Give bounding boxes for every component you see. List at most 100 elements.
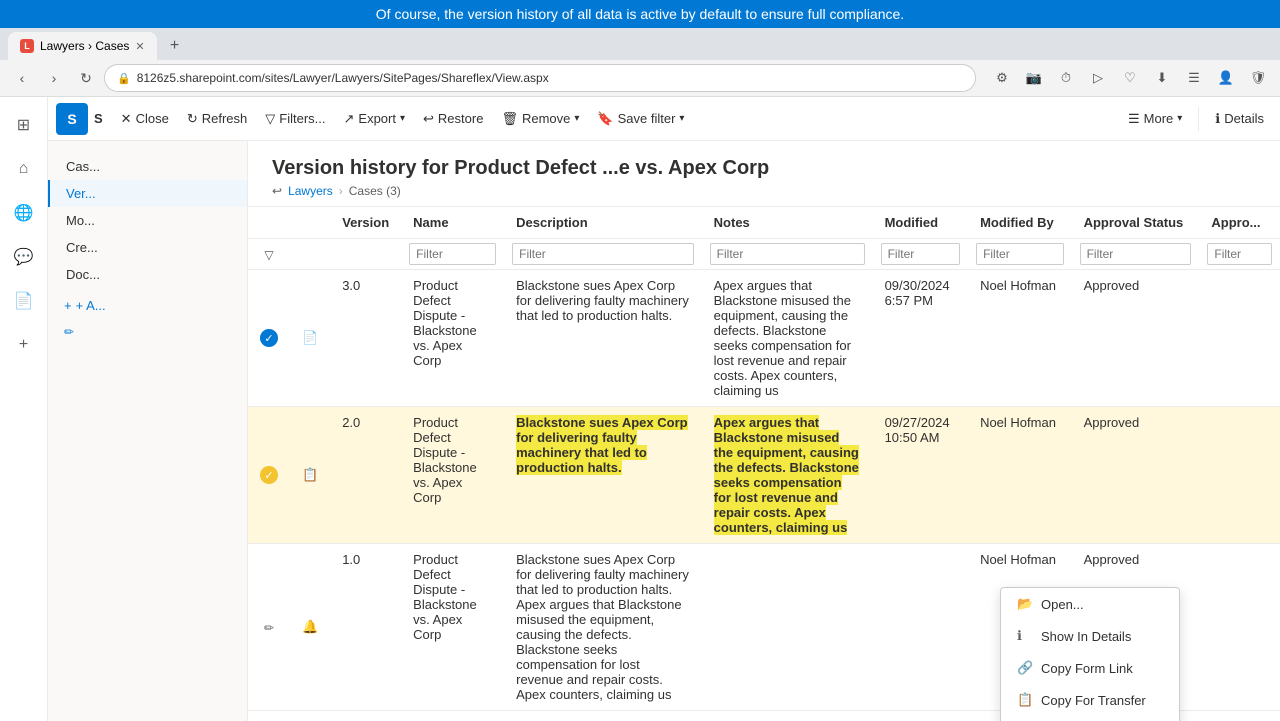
bell-icon: 🔔 (302, 619, 318, 634)
filters-button[interactable]: ▽ Filters... (257, 105, 333, 133)
col-name[interactable]: Name (401, 207, 504, 239)
context-menu-open[interactable]: 📂 Open... (1001, 588, 1179, 620)
remove-label: Remove (522, 111, 570, 126)
save-filter-chevron-icon: ▾ (679, 113, 684, 124)
context-menu-show-details[interactable]: ℹ Show In Details (1001, 620, 1179, 652)
add-icon: + (64, 298, 72, 313)
col-appro[interactable]: Appro... (1199, 207, 1280, 239)
details-button[interactable]: ℹ Details (1207, 105, 1272, 133)
refresh-icon: ↻ (187, 111, 198, 127)
context-menu-restore[interactable]: ↩ Restore (1001, 716, 1179, 721)
col-notes[interactable]: Notes (702, 207, 873, 239)
appro-cell (1199, 270, 1280, 407)
nav-home-icon[interactable]: ⌂ (4, 149, 44, 189)
more-button[interactable]: ☰ More ▾ (1120, 105, 1190, 133)
col-modified-by[interactable]: Modified By (968, 207, 1072, 239)
doc-type-icon: 📄 (302, 330, 318, 345)
name-cell: Product Defect Dispute - Blackstone vs. … (401, 544, 504, 711)
sidebar-add-item[interactable]: + + A... (48, 292, 247, 319)
sidebar-cre-label: Cre... (66, 240, 98, 255)
table-row[interactable]: ✓ 📋 2.0 Product Defect Dispute - Blackst… (248, 407, 1280, 544)
modified-cell (873, 544, 968, 711)
version-cell: 3.0 (330, 270, 401, 407)
play-button[interactable]: ▷ (1084, 64, 1112, 92)
address-bar[interactable]: 🔒 8126z5.sharepoint.com/sites/Lawyer/Law… (104, 64, 976, 92)
heart-button[interactable]: ♡ (1116, 64, 1144, 92)
version-cell: 2.0 (330, 407, 401, 544)
clock-button[interactable]: ⏱ (1052, 64, 1080, 92)
nav-docs-icon[interactable]: 📄 (4, 281, 44, 321)
filter-name-input[interactable] (409, 243, 496, 265)
filter-modified-input[interactable] (881, 243, 960, 265)
row-check-cell: ✏ (248, 544, 290, 711)
filter-approval-input[interactable] (1080, 243, 1192, 265)
context-menu-copy-form-link[interactable]: 🔗 Copy Form Link (1001, 652, 1179, 684)
left-sidebar: Cas... Ver... Mo... Cre... Doc... (48, 141, 248, 721)
top-info-message: Of course, the version history of all da… (376, 6, 904, 22)
close-button[interactable]: ✕ Close (113, 105, 177, 133)
breadcrumb-separator: › (339, 184, 343, 198)
breadcrumb-lawyers[interactable]: Lawyers (288, 184, 333, 198)
save-filter-button[interactable]: 🔖 Save filter ▾ (589, 105, 692, 133)
shield-button[interactable]: 🛡 (1244, 64, 1272, 92)
camera-button[interactable]: 📷 (1020, 64, 1048, 92)
filter-notes-input[interactable] (710, 243, 865, 265)
new-tab-button[interactable]: + (161, 32, 189, 60)
tab-label: Lawyers › Cases (40, 39, 129, 53)
col-approval-status[interactable]: Approval Status (1072, 207, 1200, 239)
browser-tab-active[interactable]: L Lawyers › Cases ✕ (8, 32, 157, 60)
refresh-button[interactable]: ↻ Refresh (179, 105, 255, 133)
filter-row-check-icon: ▽ (264, 248, 273, 262)
col-version[interactable]: Version (330, 207, 401, 239)
filter-description-input[interactable] (512, 243, 694, 265)
sidebar-item-mo[interactable]: Mo... (48, 207, 247, 234)
close-icon: ✕ (121, 111, 132, 127)
row-check-cell: ✓ (248, 270, 290, 407)
sidebar-item-doc[interactable]: Doc... (48, 261, 247, 288)
toolbar-right: ☰ More ▾ ℹ Details (1120, 105, 1272, 133)
nav-apps-icon[interactable]: ⊞ (4, 105, 44, 145)
export-label: Export (358, 111, 396, 126)
sidebar-item-cre[interactable]: Cre... (48, 234, 247, 261)
context-menu-copy-for-transfer[interactable]: 📋 Copy For Transfer (1001, 684, 1179, 716)
back-button[interactable]: ‹ (8, 64, 36, 92)
extensions-button[interactable]: ⚙ (988, 64, 1016, 92)
nav-chat-icon[interactable]: 💬 (4, 237, 44, 277)
edit-pencil-icon: ✏ (264, 621, 274, 635)
check-mark-icon: ✓ (260, 329, 278, 347)
info-circle-icon: ℹ (1017, 628, 1033, 644)
profile-button[interactable]: 👤 (1212, 64, 1240, 92)
approval-status-cell: Approved (1072, 407, 1200, 544)
table-row[interactable]: ✓ 📄 3.0 Product Defect Dispute - Blackst… (248, 270, 1280, 407)
col-modified[interactable]: Modified (873, 207, 968, 239)
modified-cell: 09/27/2024 10:50 AM (873, 407, 968, 544)
nav-add-icon[interactable]: + (4, 325, 44, 365)
menu-button[interactable]: ☰ (1180, 64, 1208, 92)
col-check (248, 207, 290, 239)
tab-favicon: L (20, 39, 34, 53)
tab-close-button[interactable]: ✕ (135, 40, 144, 53)
details-label: Details (1224, 111, 1264, 126)
nav-globe-icon[interactable]: 🌐 (4, 193, 44, 233)
filter-appro-input[interactable] (1207, 243, 1272, 265)
sidebar-item-ver[interactable]: Ver... (48, 180, 247, 207)
open-label: Open... (1041, 597, 1084, 612)
restore-button[interactable]: ↩ Restore (415, 105, 491, 133)
main-content: S S ✕ Close ↻ Refresh ▽ Filters... ↗ Exp… (48, 97, 1280, 721)
remove-button[interactable]: 🗑 Remove ▾ (493, 105, 587, 133)
export-button[interactable]: ↗ Export ▾ (336, 105, 414, 133)
more-label: More (1144, 111, 1174, 126)
highlighted-description: Blackstone sues Apex Corp for delivering… (516, 415, 687, 475)
forward-button[interactable]: › (40, 64, 68, 92)
sidebar-edit-item[interactable]: ✏ (48, 319, 247, 345)
download-button[interactable]: ⬇ (1148, 64, 1176, 92)
sidebar-item-cases[interactable]: Cas... (48, 153, 247, 180)
col-description[interactable]: Description (504, 207, 702, 239)
nav-rail: ⊞ ⌂ 🌐 💬 📄 + (0, 97, 48, 721)
page-title: Version history for Product Defect ...e … (272, 157, 1256, 180)
link-icon: 🔗 (1017, 660, 1033, 676)
export-icon: ↗ (344, 111, 355, 127)
reload-button[interactable]: ↻ (72, 64, 100, 92)
filter-modified-by-input[interactable] (976, 243, 1064, 265)
browser-chrome: L Lawyers › Cases ✕ + ‹ › ↻ 🔒 8126z5.sha… (0, 28, 1280, 97)
